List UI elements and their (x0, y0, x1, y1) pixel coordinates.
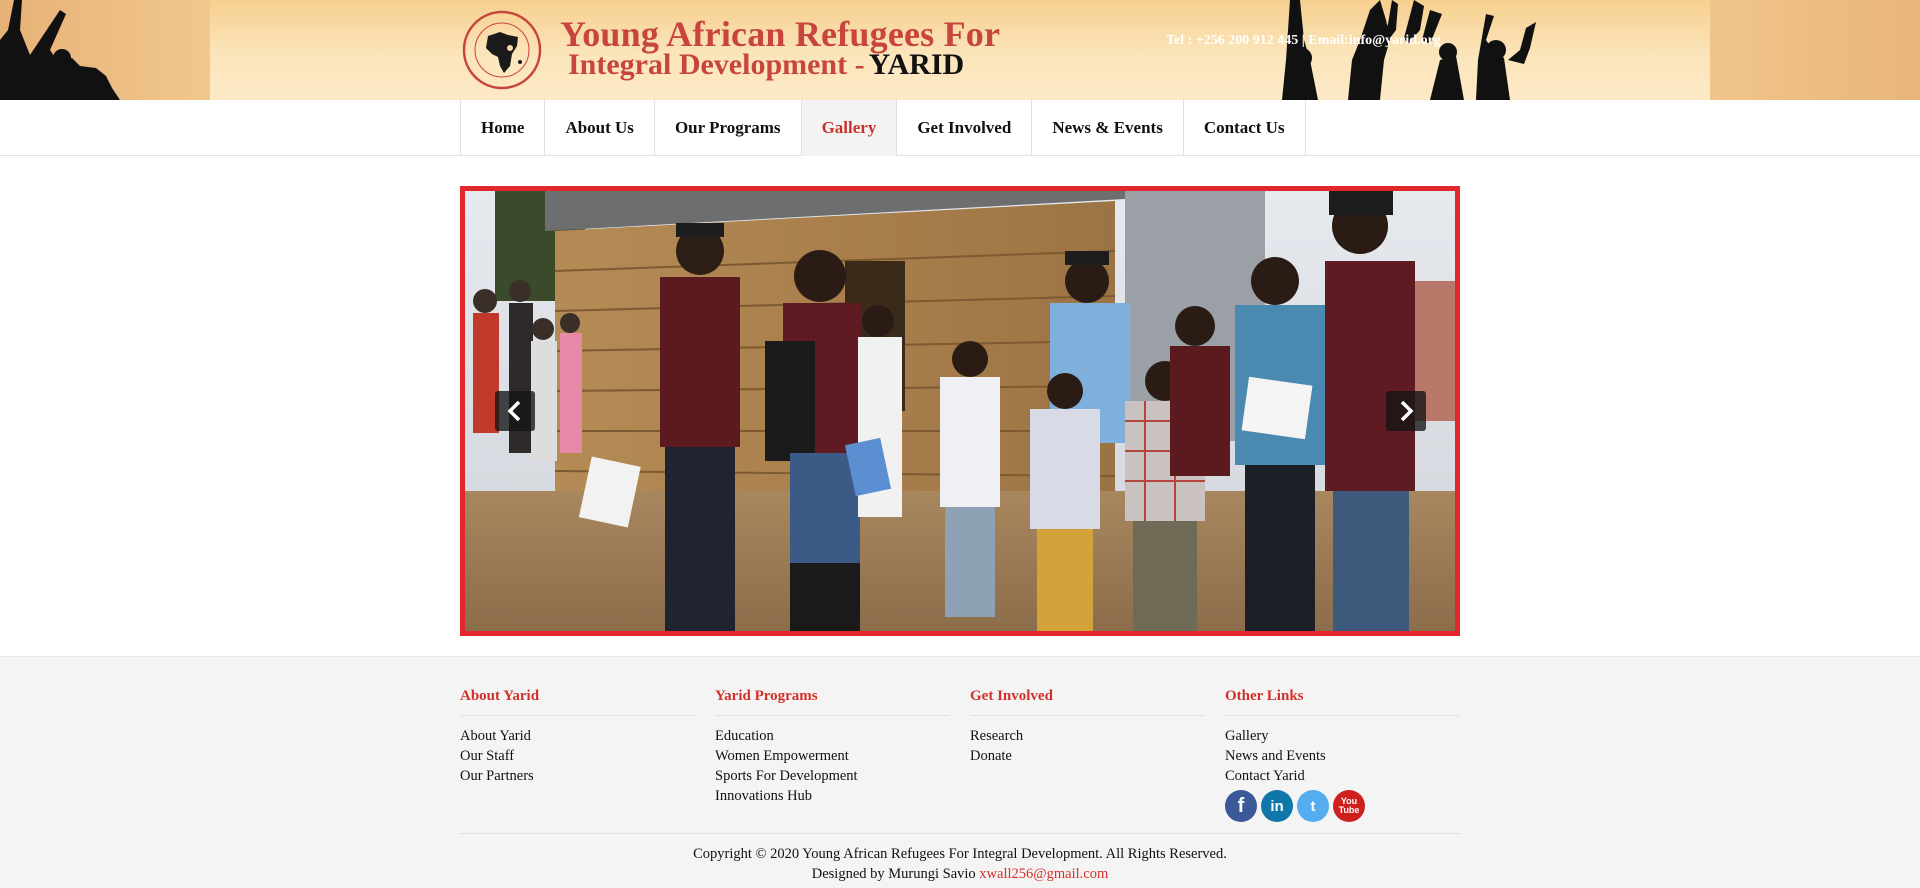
designed-by-text: Designed by Murungi Savio (811, 866, 976, 882)
footer-column-title: Yarid Programs (715, 688, 950, 716)
nav-item-gallery[interactable]: Gallery (801, 100, 898, 156)
footer-column-title: Other Links (1225, 688, 1460, 716)
footer-column-yarid-programs: Yarid Programs Education Women Empowerment… (715, 688, 950, 822)
footer-link-donate[interactable]: Donate (970, 746, 1205, 766)
header-contact-info: Tel : +256 200 912 445 | Email:info@yari… (1166, 33, 1441, 48)
footer-link-list: Education Women Empowerment Sports For Dev… (715, 726, 950, 806)
nav-item-our-programs[interactable]: Our Programs (655, 100, 802, 156)
footer-link-sports-for-development[interactable]: Sports For Development (715, 766, 950, 786)
footer-link-contact-yarid[interactable]: Contact Yarid (1225, 766, 1460, 786)
footer-link-our-staff[interactable]: Our Staff (460, 746, 695, 766)
footer-column-about-yarid: About Yarid About Yarid Our Staff Our Partn… (460, 688, 695, 822)
silhouette-right-image (1282, 0, 1536, 100)
slider-prev-button[interactable] (495, 391, 535, 431)
chevron-right-icon (1400, 400, 1414, 422)
footer-link-about-yarid[interactable]: About Yarid (460, 726, 695, 746)
footer-link-list: Gallery News and Events Contact Yarid (1225, 726, 1460, 786)
footer-link-list: Research Donate (970, 726, 1205, 766)
nav-item-news-events[interactable]: News & Events (1032, 100, 1184, 156)
slider-next-button[interactable] (1386, 391, 1426, 431)
twitter-icon[interactable]: t (1297, 790, 1329, 822)
footer-link-innovations-hub[interactable]: Innovations Hub (715, 786, 950, 806)
gallery-slider[interactable] (460, 186, 1460, 636)
slider-photo-image (465, 191, 1455, 631)
logo-abbreviation: YARID (868, 48, 965, 81)
designer-email-link[interactable]: xwall256@gmail.com (979, 866, 1108, 882)
copyright-text: Copyright © 2020 Young African Refugees … (693, 846, 1227, 862)
main-navigation: Home About Us Our Programs Gallery Get Invol… (0, 100, 1920, 156)
footer-column-title: About Yarid (460, 688, 695, 716)
linkedin-icon[interactable]: in (1261, 790, 1293, 822)
designer-credit: Designed by Murungi Savio xwall256@gmail… (0, 864, 1920, 884)
footer-link-news-and-events[interactable]: News and Events (1225, 746, 1460, 766)
footer-link-research[interactable]: Research (970, 726, 1205, 746)
footer-divider (460, 833, 1460, 834)
nav-menu: Home About Us Our Programs Gallery Get Invol… (460, 100, 1306, 156)
footer-column-title: Get Involved (970, 688, 1205, 716)
chevron-left-icon (507, 400, 521, 422)
copyright-block: Copyright © 2020 Young African Refugees … (0, 844, 1920, 884)
header-banner: Young African Refugees For Integral Deve… (0, 0, 1920, 100)
youtube-glyph-bottom: Tube (1338, 805, 1360, 815)
nav-item-get-involved[interactable]: Get Involved (897, 100, 1033, 156)
footer-link-our-partners[interactable]: Our Partners (460, 766, 695, 786)
footer-column-get-involved: Get Involved Research Donate (970, 688, 1205, 822)
silhouette-left-image (0, 0, 120, 100)
logo-emblem-icon (462, 10, 542, 90)
logo-title-line2: Integral Development - YARID (568, 48, 964, 82)
footer-link-list: About Yarid Our Staff Our Partners (460, 726, 695, 786)
footer-columns: About Yarid About Yarid Our Staff Our Partn… (460, 688, 1460, 822)
logo-title-line2-text: Integral Development - (568, 48, 865, 81)
banner-right-panel (1710, 0, 1920, 100)
nav-item-home[interactable]: Home (461, 100, 546, 156)
site-footer: About Yarid About Yarid Our Staff Our Partn… (0, 656, 1920, 888)
footer-link-women-empowerment[interactable]: Women Empowerment (715, 746, 950, 766)
nav-item-about-us[interactable]: About Us (545, 100, 655, 156)
facebook-icon[interactable]: f (1225, 790, 1257, 822)
nav-item-contact-us[interactable]: Contact Us (1184, 100, 1306, 156)
site-logo[interactable]: Young African Refugees For Integral Deve… (462, 10, 1022, 92)
social-links: f in t You Tube (1225, 790, 1460, 822)
footer-link-gallery[interactable]: Gallery (1225, 726, 1460, 746)
footer-column-other-links: Other Links Gallery News and Events Contact… (1225, 688, 1460, 822)
footer-link-education[interactable]: Education (715, 726, 950, 746)
youtube-icon[interactable]: You Tube (1333, 790, 1365, 822)
